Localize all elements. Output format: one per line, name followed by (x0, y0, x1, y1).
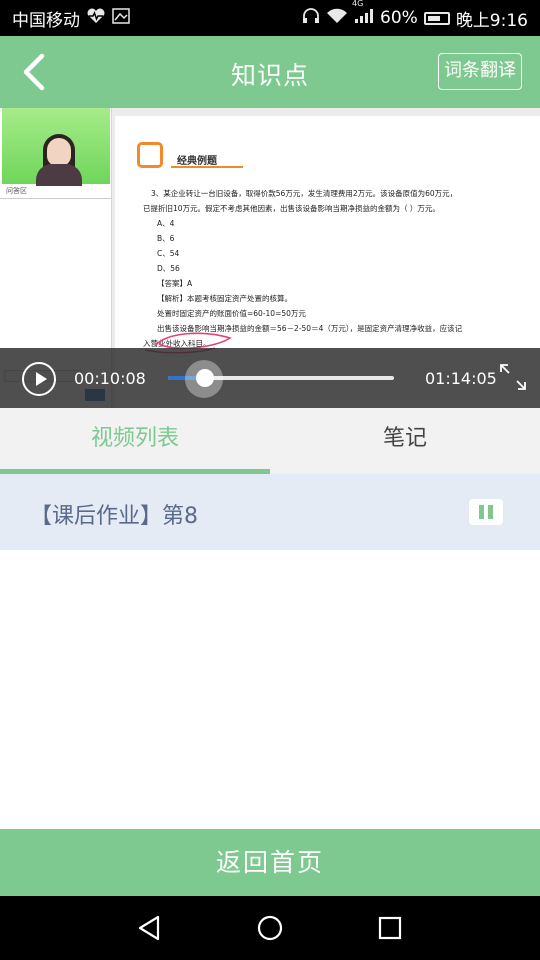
battery-icon (423, 11, 450, 25)
tab-bar: 视频列表 笔记 (0, 408, 540, 474)
slide-line: 【解析】本题考核固定资产处置的核算。 (157, 294, 292, 303)
tab-notes[interactable]: 笔记 (270, 408, 540, 474)
wifi-icon (326, 8, 348, 28)
title-bar: 知识点 词条翻译 (0, 36, 540, 108)
heart-monitor-icon (86, 8, 106, 28)
triangle-back-icon (138, 915, 160, 941)
system-nav-bar (0, 896, 540, 960)
qa-label: 问答区 (6, 187, 27, 195)
teacher-face (47, 138, 71, 166)
list-item-title: 【课后作业】第8 (30, 504, 198, 529)
seek-thumb[interactable] (196, 369, 214, 387)
qa-divider (0, 198, 112, 199)
teacher-body (36, 164, 82, 186)
slide-line: B、6 (157, 234, 175, 243)
signal-icon: 4G (352, 0, 374, 28)
list-item[interactable]: 【课后作业】第8 (0, 474, 540, 550)
slide-heading-underline (171, 166, 243, 168)
slide-line: A、4 (157, 219, 175, 228)
video-player[interactable]: 问答区 经典例题 3、某企业转让一台旧设备，取得价款56万元，发生清理费用2万元… (0, 108, 540, 408)
status-bar: 中国移动 4G 60% 晚上9:16 (0, 0, 540, 36)
translate-button[interactable]: 词条翻译 (438, 53, 522, 90)
image-icon (112, 8, 130, 28)
circle-home-icon (257, 915, 283, 941)
teacher-camera (2, 108, 110, 186)
pencil-note-icon (137, 142, 163, 168)
nav-home-button[interactable] (254, 912, 286, 944)
tab-video-list[interactable]: 视频列表 (0, 408, 270, 474)
play-button[interactable] (22, 362, 56, 396)
slide-line: 【答案】A (157, 279, 193, 288)
current-time: 00:10:08 (74, 369, 146, 388)
fullscreen-button[interactable] (498, 362, 528, 392)
home-button[interactable]: 返回首页 (0, 829, 540, 896)
player-controls: 00:10:08 01:14:05 (0, 348, 540, 408)
slide-line: 已提折旧10万元。假定不考虑其他因素，出售该设备影响当期净损益的金额为（ ）万元… (143, 204, 440, 213)
square-recents-icon (378, 916, 402, 940)
fullscreen-icon (500, 364, 526, 390)
slide-line: D、56 (157, 264, 180, 273)
total-time: 01:14:05 (425, 369, 497, 388)
pause-icon[interactable] (469, 499, 503, 525)
nav-recents-button[interactable] (374, 912, 406, 944)
battery-percent: 60% (380, 8, 418, 28)
nav-back-button[interactable] (134, 912, 166, 944)
carrier-label: 中国移动 (12, 10, 80, 31)
status-left: 中国移动 (12, 6, 130, 31)
slide-line: 处置时固定资产的账面价值=60-10=50万元 (157, 309, 306, 318)
slide-heading: 经典例题 (177, 156, 217, 167)
network-badge: 4G (352, 0, 364, 8)
clock: 晚上9:16 (455, 10, 528, 31)
headphones-icon (302, 8, 320, 28)
slide-line: C、54 (157, 249, 180, 258)
status-right: 4G 60% 晚上9:16 (302, 0, 528, 31)
slide-line: 3、某企业转让一台旧设备，取得价款56万元，发生清理费用2万元。该设备原值为60… (151, 189, 458, 198)
